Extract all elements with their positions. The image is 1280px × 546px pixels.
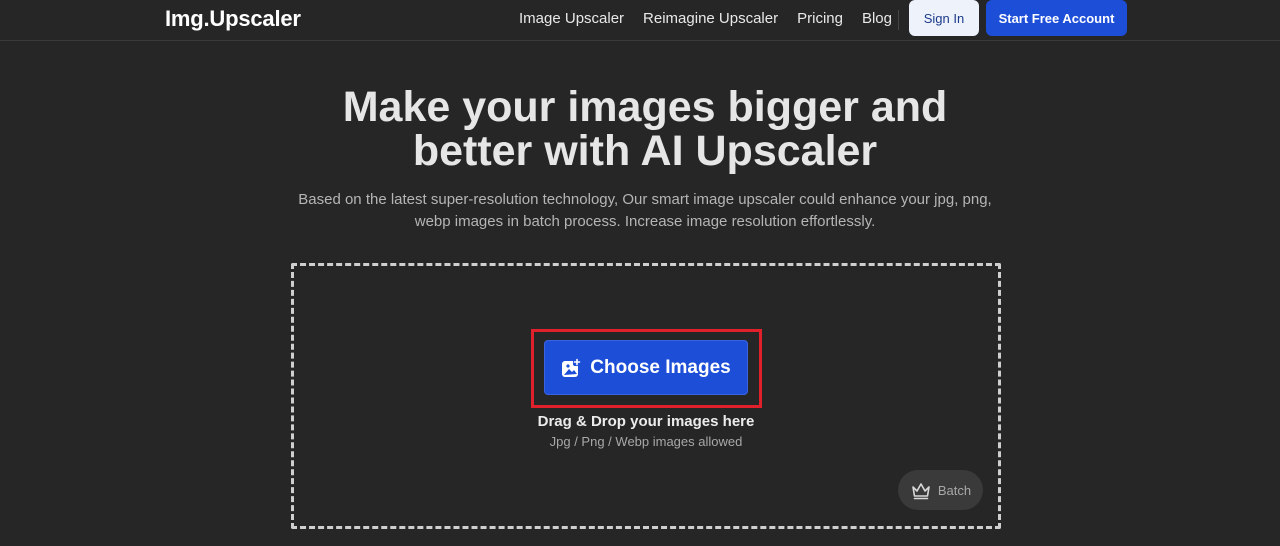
page-title: Make your images bigger and better with … [240, 85, 1050, 173]
nav-links: Image Upscaler Reimagine Upscaler Pricin… [519, 10, 911, 27]
page-title-line-1: Make your images bigger and [342, 83, 948, 131]
choose-images-label: Choose Images [590, 356, 731, 378]
batch-button[interactable]: Batch [898, 470, 983, 510]
image-add-icon [561, 357, 582, 378]
nav-image-upscaler[interactable]: Image Upscaler [519, 10, 624, 27]
drag-drop-text: Drag & Drop your images here [537, 413, 755, 430]
top-navbar: Img.Upscaler Image Upscaler Reimagine Up… [0, 0, 1280, 41]
batch-label: Batch [937, 482, 972, 498]
site-logo[interactable]: Img.Upscaler [165, 6, 301, 32]
crown-icon [910, 479, 932, 501]
nav-reimagine-upscaler[interactable]: Reimagine Upscaler [643, 10, 778, 27]
nav-divider [898, 10, 899, 30]
page-subtitle: Based on the latest super-resolution tec… [290, 189, 1000, 233]
page-title-line-2: better with AI Upscaler [412, 127, 878, 175]
choose-images-button[interactable]: Choose Images [544, 340, 748, 395]
page-subtitle-line-2: webp images in batch process. Increase i… [414, 213, 876, 230]
nav-pricing[interactable]: Pricing [797, 10, 843, 27]
sign-in-button[interactable]: Sign In [909, 0, 979, 36]
start-free-account-button[interactable]: Start Free Account [986, 0, 1127, 36]
page-subtitle-line-1: Based on the latest super-resolution tec… [298, 191, 992, 208]
nav-blog[interactable]: Blog [862, 10, 892, 27]
allowed-formats-text: Jpg / Png / Webp images allowed [549, 434, 743, 449]
